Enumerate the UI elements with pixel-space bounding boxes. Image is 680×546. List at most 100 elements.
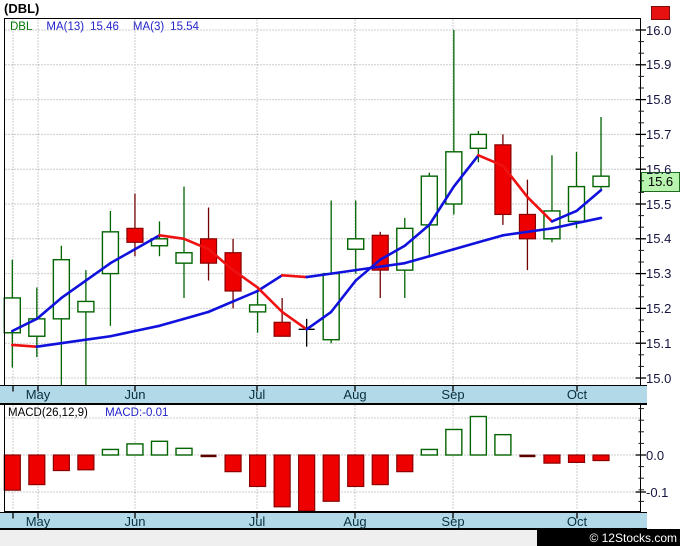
price-ytick-label: 15.5 [646,196,672,212]
ma3-line-segment [403,223,431,248]
ma13-line-segment [550,221,578,230]
candle-down [224,252,242,292]
ma3-label: MA(3) [132,21,165,33]
candle-up [52,258,71,320]
ma3-line-segment [378,244,407,261]
macd-params-label: MACD(26,12,9) [8,407,88,419]
ma3-line-segment [35,296,63,321]
axis-ticks [12,29,646,519]
candle-up [101,231,120,275]
page-title: (DBL) [4,1,40,16]
macd-ytick-label: -0.1 [646,484,669,500]
ma13-line-segment [207,300,235,314]
ma13-line-segment [354,265,382,272]
macd-bar-negative [298,454,316,512]
ma13-line-segment [378,261,407,268]
candle-down [126,227,144,243]
gridlines [5,19,640,511]
ma13-line-segment [280,274,308,279]
macd-bar-negative [567,454,586,464]
candle-down [518,213,537,240]
macd-bar-negative [592,454,610,462]
ma13-line-segment [182,310,210,321]
ma13-line-segment [501,230,529,237]
ma13-line-segment [452,240,480,251]
copyright-text: © 12Stocks.com [589,531,677,545]
candle-down [273,321,291,337]
macd-bar-negative [322,454,340,502]
ma13-label: MA(13) [46,21,85,33]
ma3-line-segment [329,279,358,314]
macd-bar-negative [396,454,414,473]
candle-up [567,185,586,223]
candle-up [592,175,610,188]
macd-bar-negative [3,454,21,491]
ma13-line-segment [84,334,112,342]
ma3-line-segment [550,209,578,223]
macd-bar-positive [126,443,144,456]
ma13-value: 15.46 [90,21,119,33]
candle-down [494,144,512,216]
ma13-line-segment [133,324,161,333]
macd-bar-negative [543,454,561,464]
ma13-line-segment [11,343,39,348]
current-price-badge: 15.6 [641,172,680,192]
price-ytick-label: 15.4 [646,231,672,247]
ma13-line-segment [231,289,259,303]
macd-bar-positive [101,448,120,456]
chart-canvas [3,18,646,519]
price-ytick-label: 15.1 [646,335,672,351]
candle-down [371,234,389,271]
ma3-line-segment [182,237,210,251]
price-plot-frame [4,18,641,386]
price-ytick-label: 15.8 [646,92,672,108]
price-ytick-label: 16.0 [646,22,672,38]
price-ytick-label: 15.7 [646,126,672,142]
ma13-line-segment [477,234,505,244]
price-ytick-label: 15.2 [646,300,672,316]
macd-bar-negative [249,454,267,488]
ma3-line-segment [354,258,382,282]
macd-bar-negative [371,454,389,486]
macd-bar-flat [200,454,217,458]
candle-up [445,151,463,205]
macd-bar-positive [175,447,193,456]
candle-up [322,272,340,341]
macd-bars [3,415,610,512]
red-button[interactable] [651,6,670,20]
macd-value-label: MACD:-0.01 [105,407,169,419]
ma13-line-segment [60,338,88,345]
price-ytick-label: 15.0 [646,370,672,386]
macd-bar-negative [77,454,95,471]
ma3-line-segment [501,164,529,199]
ticker-symbol: DBL [10,21,33,33]
ma3-line-segment [256,286,284,314]
ma13-line-segment [575,216,603,225]
ma3-line-segment [477,153,505,168]
candle-up [543,210,561,240]
stock-chart-page: (DBL) © 12Stocks.com 16.0 15.9 15.8 15.7 15.… [0,0,680,546]
ma3-line-segment [305,310,333,331]
ma3-line-segment [84,261,112,282]
macd-bar-positive [445,428,463,456]
copyright-box: © 12Stocks.com [537,529,680,546]
ma3-line-segment [575,188,603,213]
axis-label-layer: 16.0 15.9 15.8 15.7 15.6 15.5 15.4 15.3 15.2 15.1… [0,0,680,546]
ma13-line-segment [428,247,456,258]
ma13-line-segment [526,227,554,234]
candle-up [175,252,193,264]
candle-up [248,304,267,313]
ma13-line-segment [158,317,186,328]
ma3-line-segment [280,310,308,331]
ma3-value: 15.54 [170,21,199,33]
price-month-axis-band [0,385,647,405]
ma3-line-segment [526,195,554,223]
candle-up [150,238,169,247]
candle-up [469,133,488,150]
ma3-line-segment [452,153,480,188]
macd-bar-positive [420,448,439,456]
macd-bar-positive [469,415,488,456]
ma13-line-segment [109,329,137,338]
macd-bar-negative [273,454,291,508]
macd-legend: MACD(26,12,9) MACD:-0.01 [8,407,168,419]
